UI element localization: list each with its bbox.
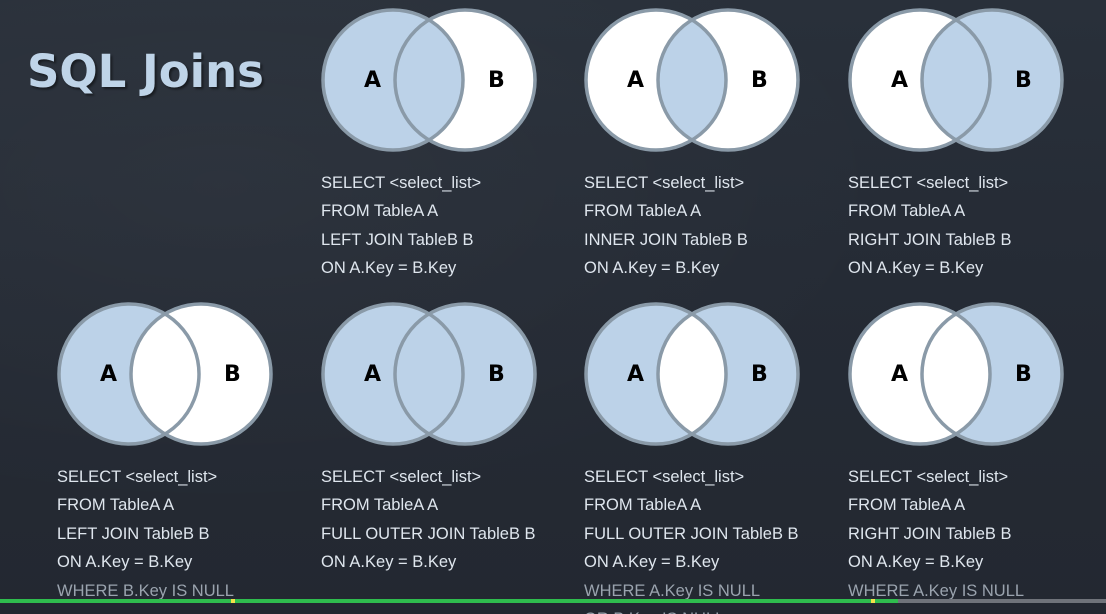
sql-line: ON A.Key = B.Key [848,259,984,278]
sql-query: SELECT <select_list> FROM TableA A INNER J… [584,169,748,283]
join-panel-right: A B SELECT <select_list> FROM TableA A RIGHT… [848,8,1093,308]
sql-line: SELECT <select_list> [57,468,218,486]
join-panel-left: A B SELECT <select_list> FROM TableA A LEFT … [321,8,566,308]
sql-line: ON A.Key = B.Key [321,259,457,278]
sql-line: FROM TableA A [848,202,966,221]
chapter-marker[interactable] [231,599,235,603]
sql-line: LEFT JOIN TableB B [57,524,210,543]
sql-line: SELECT <select_list> [584,468,745,486]
sql-line: RIGHT JOIN TableB B [848,524,1012,543]
set-a-label: A [364,68,381,93]
sql-line: FULL OUTER JOIN TableB B [584,524,799,543]
set-b-label: B [488,362,505,387]
sql-query: SELECT <select_list> FROM TableA A FULL OU… [321,463,536,577]
venn-diagram: AB [321,8,537,152]
sql-line: FROM TableA A [321,202,439,221]
sql-line: SELECT <select_list> [584,174,745,192]
set-a-label: A [627,68,644,93]
set-b-label: B [1015,68,1032,93]
sql-line: FROM TableA A [848,496,966,515]
sql-line: FROM TableA A [321,496,439,515]
join-panel-outer-only: A B SELECT <select_list> FROM TableA A FULL … [584,302,829,614]
sql-line: FROM TableA A [584,202,702,221]
slide: SQL Joins A B SELECT <select_list> FROM Tab… [0,0,1106,614]
sql-line: SELECT <select_list> [848,468,1009,486]
set-a-label: A [891,362,908,387]
sql-line: SELECT <select_list> [848,174,1009,192]
sql-line: SELECT <select_list> [321,468,482,486]
venn-diagram: AB [584,8,800,152]
set-a-label: A [364,362,381,387]
sql-line: RIGHT JOIN TableB B [848,230,1012,249]
page-title: SQL Joins [27,45,264,98]
sql-line: OR B.Key IS NULL [584,605,799,614]
set-b-label: B [751,362,768,387]
sql-query: SELECT <select_list> FROM TableA A RIGHT J… [848,463,1024,605]
set-b-label: B [224,362,241,387]
join-panel-left-only: A B SELECT <select_list> FROM TableA A LEFT … [57,302,302,602]
set-a-label: A [891,68,908,93]
sql-line: ON A.Key = B.Key [848,553,984,572]
venn-diagram: AB [848,8,1064,152]
video-progress-fill [0,599,899,603]
set-b-label: B [488,68,505,93]
sql-line: SELECT <select_list> [321,174,482,192]
set-b-label: B [1015,362,1032,387]
chapter-marker[interactable] [871,599,875,603]
join-panel-full-outer: A B SELECT <select_list> FROM TableA A FULL … [321,302,566,602]
sql-line: FULL OUTER JOIN TableB B [321,524,536,543]
venn-diagram: AB [321,302,537,446]
venn-diagram: AB [57,302,273,446]
sql-line: ON A.Key = B.Key [584,553,720,572]
sql-query: SELECT <select_list> FROM TableA A FULL OU… [584,463,799,614]
sql-line: FROM TableA A [584,496,702,515]
sql-query: SELECT <select_list> FROM TableA A LEFT JO… [57,463,234,605]
sql-query: SELECT <select_list> FROM TableA A LEFT JO… [321,169,481,283]
set-b-label: B [751,68,768,93]
venn-diagram: AB [848,302,1064,446]
join-panel-right-only: A B SELECT <select_list> FROM TableA A RIGHT… [848,302,1093,602]
venn-diagram: AB [584,302,800,446]
sql-line: LEFT JOIN TableB B [321,230,474,249]
sql-line: ON A.Key = B.Key [584,259,720,278]
sql-line: INNER JOIN TableB B [584,230,748,249]
sql-line: ON A.Key = B.Key [321,553,457,572]
video-progress-track[interactable] [0,599,1106,603]
sql-line: FROM TableA A [57,496,175,515]
sql-query: SELECT <select_list> FROM TableA A RIGHT J… [848,169,1012,283]
join-panel-inner: A B SELECT <select_list> FROM TableA A INNER… [584,8,829,308]
sql-line: ON A.Key = B.Key [57,553,193,572]
set-a-label: A [627,362,644,387]
set-a-label: A [100,362,117,387]
